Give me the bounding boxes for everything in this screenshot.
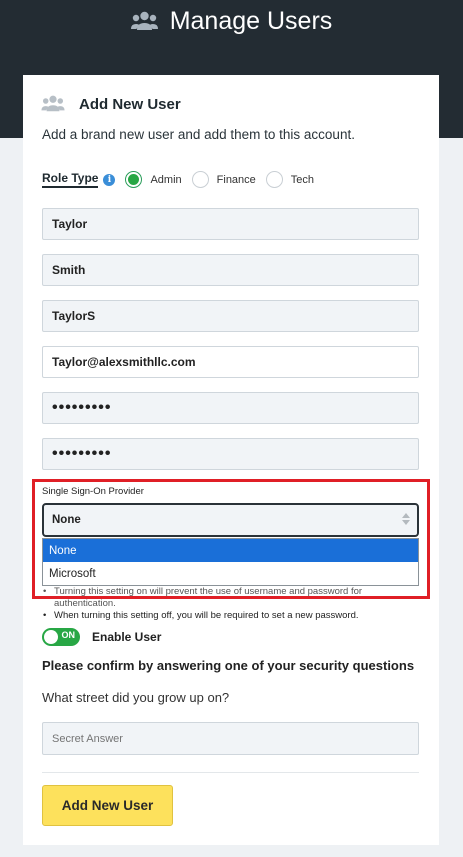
role-radio-tech[interactable]: [265, 171, 283, 188]
role-type-group: Role Type i Admin Finance Tech: [42, 171, 314, 188]
role-label-admin: Admin: [150, 173, 182, 186]
card-header: Add New User: [41, 95, 181, 113]
role-label-tech: Tech: [290, 173, 315, 186]
last-name-field[interactable]: Smith: [42, 254, 419, 286]
info-icon[interactable]: i: [103, 173, 116, 186]
sso-note-2: When turning this setting off, you will …: [42, 610, 419, 622]
add-user-card: Add New User Add a brand new user and ad…: [23, 75, 439, 845]
card-title: Add New User: [79, 95, 181, 113]
users-icon: [41, 95, 65, 112]
password-field[interactable]: •••••••••: [42, 392, 419, 424]
sso-option-none[interactable]: None: [43, 539, 418, 562]
select-arrows-icon: [402, 513, 410, 525]
sso-provider-select[interactable]: None: [42, 503, 419, 537]
enable-user-toggle[interactable]: ON: [42, 628, 80, 646]
add-new-user-button[interactable]: Add New User: [42, 785, 173, 826]
page-title: Manage Users: [0, 7, 463, 36]
toggle-on-text: ON: [61, 630, 76, 640]
email-field[interactable]: Taylor@alexsmithllc.com: [42, 346, 419, 378]
sso-option-microsoft[interactable]: Microsoft: [43, 562, 418, 585]
enable-user-label: Enable User: [92, 630, 162, 644]
secret-answer-input[interactable]: [42, 722, 419, 755]
role-radio-finance[interactable]: [191, 171, 209, 188]
role-type-label: Role Type: [42, 171, 99, 188]
page-title-text: Manage Users: [169, 7, 333, 35]
first-name-field[interactable]: Taylor: [42, 208, 419, 240]
role-radio-admin[interactable]: [125, 171, 143, 188]
role-label-finance: Finance: [216, 173, 256, 186]
security-question: What street did you grow up on?: [42, 690, 230, 705]
users-icon: [130, 11, 158, 30]
security-heading: Please confirm by answering one of your …: [42, 658, 415, 673]
card-subtitle: Add a brand new user and add them to thi…: [42, 127, 355, 142]
divider: [42, 772, 419, 773]
sso-selected-value: None: [52, 514, 81, 526]
enable-user-row: ON Enable User: [42, 628, 161, 646]
username-field[interactable]: TaylorS: [42, 300, 419, 332]
sso-dropdown-list: None Microsoft: [42, 538, 419, 586]
sso-label: Single Sign-On Provider: [42, 486, 144, 497]
confirm-password-field[interactable]: •••••••••: [42, 438, 419, 470]
